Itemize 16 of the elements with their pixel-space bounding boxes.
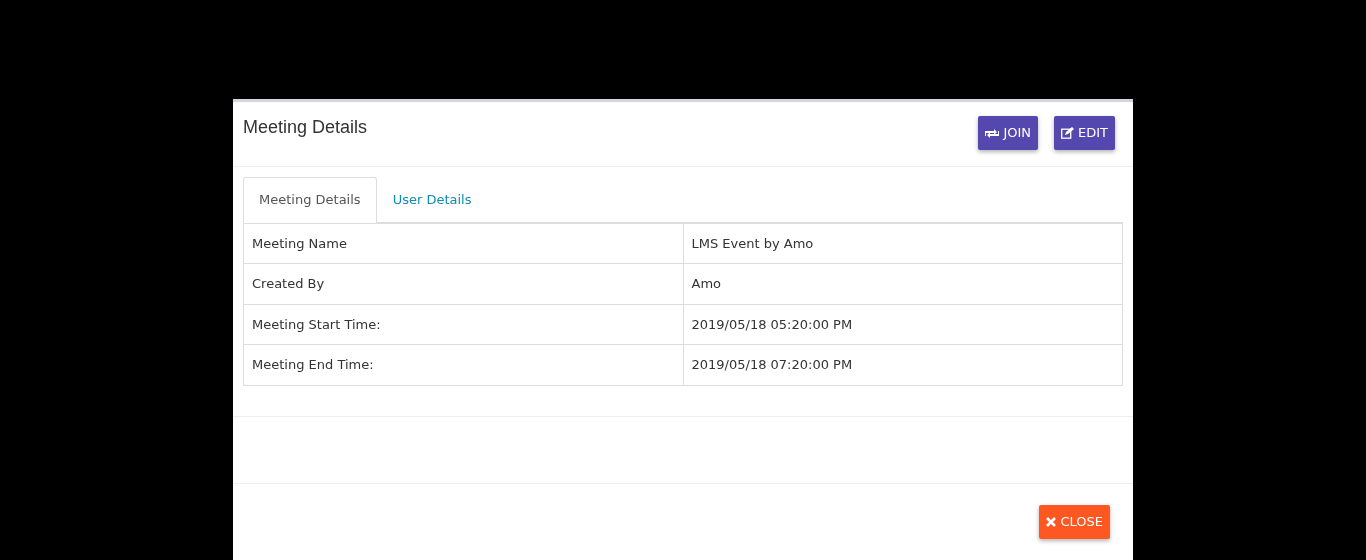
modal-title: Meeting Details — [243, 116, 368, 139]
field-value: LMS Event by Amo — [683, 223, 1123, 264]
tab[interactable]: User Details — [376, 177, 488, 223]
field-value: 2019/05/18 07:20:00 PM — [683, 344, 1123, 386]
join-button[interactable]: JOIN — [978, 116, 1038, 151]
field-value: Amo — [683, 263, 1123, 305]
edit-icon — [1061, 127, 1074, 140]
field-label: Meeting Name — [243, 223, 683, 264]
field-label: Meeting End Time: — [243, 344, 683, 386]
field-value: 2019/05/18 05:20:00 PM — [683, 304, 1123, 345]
close-icon — [1046, 516, 1057, 527]
tab[interactable]: Meeting Details — [243, 177, 377, 223]
repeat-icon — [985, 127, 1000, 139]
edit-button[interactable]: EDIT — [1054, 116, 1115, 151]
field-label: Meeting Start Time: — [243, 304, 683, 345]
field-label: Created By — [243, 263, 683, 305]
